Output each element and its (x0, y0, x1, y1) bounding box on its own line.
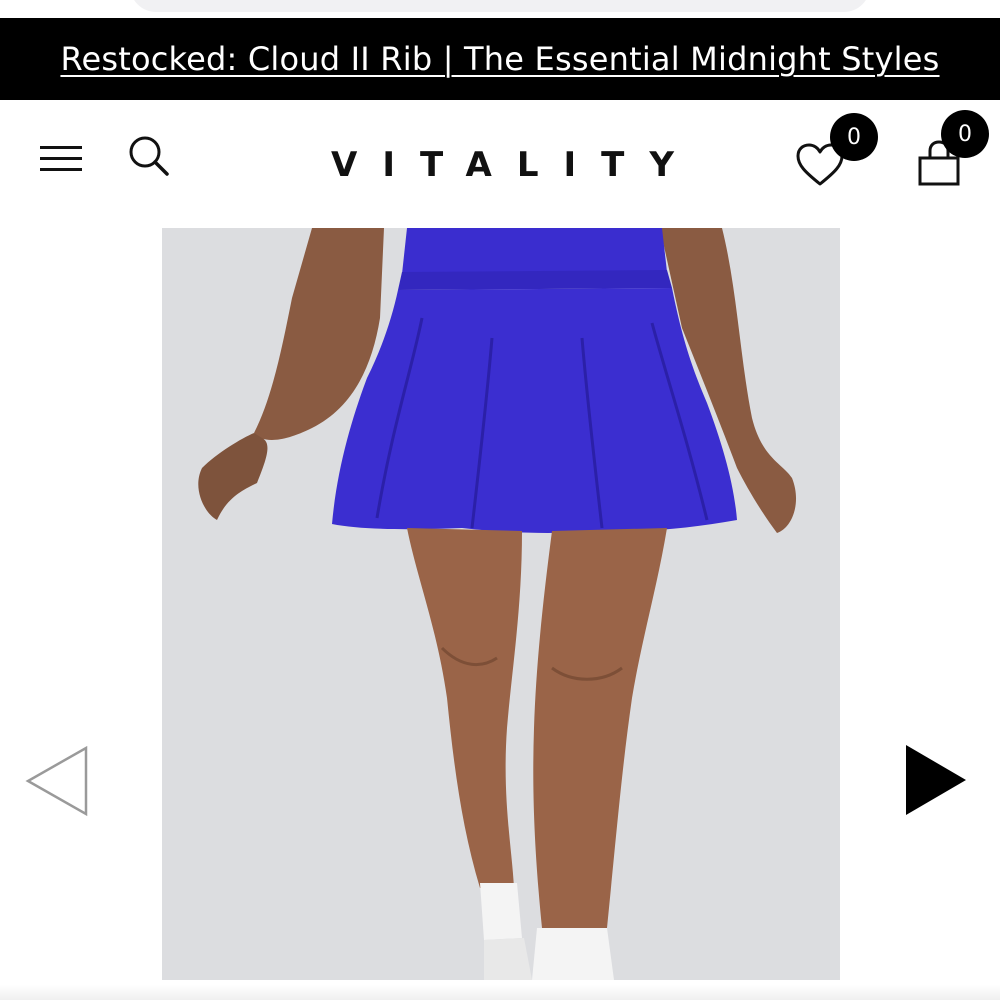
hamburger-menu-icon[interactable] (40, 145, 84, 173)
promo-link[interactable]: Restocked: Cloud II Rib | The Essential … (60, 40, 939, 78)
brand-logo[interactable]: VITALITY (331, 141, 674, 189)
site-header: VITALITY 0 0 (0, 100, 1000, 225)
triangle-left-outline-icon[interactable] (25, 745, 89, 817)
search-icon[interactable] (127, 134, 171, 178)
page-bottom-edge (0, 985, 1000, 1000)
browser-url-bar (130, 0, 870, 12)
cart-count-badge[interactable]: 0 (941, 110, 989, 158)
product-image[interactable] (162, 228, 840, 980)
logo-text: VITALITY (331, 145, 699, 185)
promo-banner: Restocked: Cloud II Rib | The Essential … (0, 18, 1000, 100)
wishlist-count-badge[interactable]: 0 (830, 113, 878, 161)
triangle-right-filled-icon[interactable] (903, 743, 969, 817)
